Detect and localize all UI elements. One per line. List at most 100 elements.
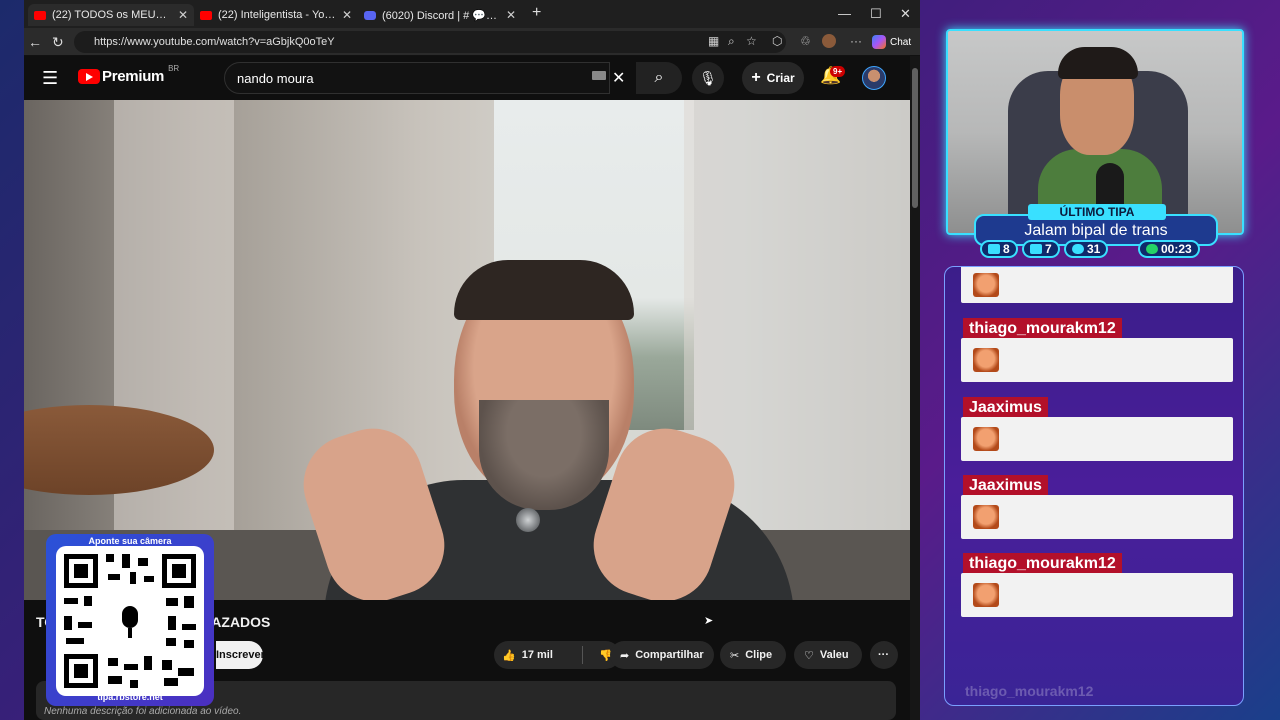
minimize-button[interactable]: — — [838, 6, 851, 21]
divider — [582, 646, 583, 664]
stat-badge: 31 — [1064, 240, 1109, 258]
url-text: https://www.youtube.com/watch?v=aGbjkQ0o… — [94, 36, 335, 48]
pendant — [516, 508, 540, 532]
more-options-icon[interactable]: ··· — [850, 34, 862, 48]
more-actions-button[interactable]: ··· — [870, 641, 898, 669]
share-icon: ➦ — [620, 649, 630, 662]
stat-value: 7 — [1045, 242, 1052, 256]
tab-bar: (22) TODOS os MEUS áudios VAZADOS ✕ (22)… — [24, 0, 920, 28]
tab-title: (6020) Discord | # 💬 | bate-papo — [382, 9, 500, 22]
scrollbar[interactable] — [910, 56, 920, 720]
emote-icon — [973, 583, 999, 607]
profile-avatar-icon[interactable] — [822, 34, 836, 48]
video-player[interactable] — [24, 100, 910, 600]
chat-label: Chat — [890, 36, 912, 48]
youtube-icon — [34, 10, 46, 20]
qr-code — [56, 546, 204, 696]
apps-icon[interactable]: ▦ — [708, 34, 719, 48]
qr-code-graphic — [64, 554, 196, 688]
scrollbar-thumb[interactable] — [912, 68, 918, 208]
close-tab-icon[interactable]: ✕ — [342, 8, 352, 22]
stat-youtube: 7 — [1022, 240, 1060, 258]
chat-panel: thiago_mourakm12 Jaaximus Jaaximus thiag… — [944, 266, 1244, 706]
youtube-icon — [1030, 244, 1042, 254]
create-label: Criar — [766, 71, 795, 85]
mouse-cursor-icon: ➤ — [704, 615, 714, 627]
stat-value: 31 — [1087, 242, 1101, 256]
plus-icon: + — [751, 69, 761, 86]
qr-code-card: Aponte sua câmera tipa.rbstore.net — [46, 534, 214, 706]
share-button[interactable]: ➦ Compartilhar — [610, 641, 714, 669]
tab-inteligentista[interactable]: (22) Inteligentista - YouTube ✕ — [194, 4, 358, 26]
tab-youtube-audios[interactable]: (22) TODOS os MEUS áudios VAZADOS ✕ — [28, 4, 194, 26]
chat-message — [961, 417, 1233, 461]
emote-icon — [973, 505, 999, 529]
clip-label: Clipe — [745, 649, 773, 661]
favorite-star-icon[interactable]: ☆ — [746, 34, 757, 48]
clip-button[interactable]: ✂ Clipe — [720, 641, 786, 669]
whatsapp-icon — [1146, 244, 1158, 254]
close-window-button[interactable]: ✕ — [900, 6, 911, 22]
like-count: 17 mil — [521, 649, 553, 661]
streamer-hair — [1058, 47, 1138, 79]
hamburger-menu-icon[interactable]: ☰ — [42, 68, 58, 89]
copilot-icon — [872, 35, 886, 49]
presenter-hair — [454, 260, 634, 320]
youtube-icon — [200, 10, 212, 20]
stat-value: 8 — [1003, 242, 1010, 256]
back-icon[interactable]: ← — [28, 34, 42, 50]
thanks-button[interactable]: ♡ Valeu — [794, 641, 862, 669]
create-button[interactable]: + Criar — [742, 62, 804, 94]
like-button[interactable]: 👍 17 mil — [494, 649, 576, 662]
emote-icon — [973, 348, 999, 372]
thumbs-up-icon: 👍 — [502, 649, 516, 662]
like-dislike-group: 👍 17 mil 👎 — [494, 641, 620, 669]
chat-username-faded: thiago_mourakm12 — [965, 683, 1094, 699]
reload-icon[interactable]: ↻ — [52, 34, 64, 51]
clear-search-icon[interactable]: ✕ — [612, 68, 625, 88]
last-tip-label: ÚLTIMO TIPA — [1028, 204, 1166, 220]
chat-username: thiago_mourakm12 — [963, 318, 1122, 340]
zoom-icon[interactable]: ⌕ — [728, 34, 735, 49]
close-tab-icon[interactable]: ✕ — [178, 8, 188, 22]
badge-icon — [1072, 244, 1084, 254]
qr-caption: Aponte sua câmera — [88, 536, 172, 546]
tab-discord[interactable]: (6020) Discord | # 💬 | bate-papo ✕ — [358, 4, 522, 26]
new-tab-button[interactable]: + — [532, 4, 541, 22]
thanks-icon: ♡ — [804, 649, 814, 662]
keyboard-icon[interactable] — [592, 71, 606, 80]
chat-username: Jaaximus — [963, 397, 1048, 419]
description-text: Nenhuma descrição foi adicionada ao víde… — [44, 706, 242, 717]
extensions-icon[interactable]: ⬡ — [772, 34, 782, 48]
voice-search-button[interactable]: 🎙 — [692, 62, 724, 94]
close-tab-icon[interactable]: ✕ — [506, 8, 516, 22]
profile-favorites-icon[interactable]: ♲ — [800, 34, 811, 48]
qr-url: tipa.rbstore.net — [97, 692, 163, 702]
discord-icon — [364, 10, 376, 20]
chat-message-partial — [961, 267, 1233, 303]
url-field[interactable]: https://www.youtube.com/watch?v=aGbjkQ0o… — [74, 31, 786, 53]
thanks-label: Valeu — [819, 649, 849, 661]
subscribe-button[interactable]: Inscrever-se — [216, 641, 269, 689]
stat-timer: 00:23 — [1138, 240, 1200, 258]
scissors-icon: ✂ — [730, 649, 740, 662]
emote-icon — [973, 427, 999, 451]
chat-message — [961, 495, 1233, 539]
stat-chat: 8 — [980, 240, 1018, 258]
tab-title: (22) Inteligentista - YouTube — [218, 9, 336, 21]
chat-icon — [988, 244, 1000, 254]
search-button[interactable]: ⌕ — [636, 62, 682, 94]
search-icon: ⌕ — [654, 69, 664, 86]
stat-value: 00:23 — [1161, 242, 1192, 256]
youtube-premium-logo[interactable]: Premium BR — [78, 64, 179, 85]
emote-icon — [973, 273, 999, 297]
maximize-button[interactable]: ☐ — [870, 6, 882, 22]
presenter-beard — [479, 400, 609, 510]
search-input[interactable] — [224, 62, 610, 94]
chat-username: Jaaximus — [963, 475, 1048, 497]
chat-message — [961, 338, 1233, 382]
microphone-icon: 🎙 — [699, 70, 717, 86]
copilot-chat-button[interactable]: Chat — [872, 32, 911, 52]
avatar[interactable] — [862, 66, 886, 90]
tab-title: (22) TODOS os MEUS áudios VAZADOS — [52, 9, 172, 21]
